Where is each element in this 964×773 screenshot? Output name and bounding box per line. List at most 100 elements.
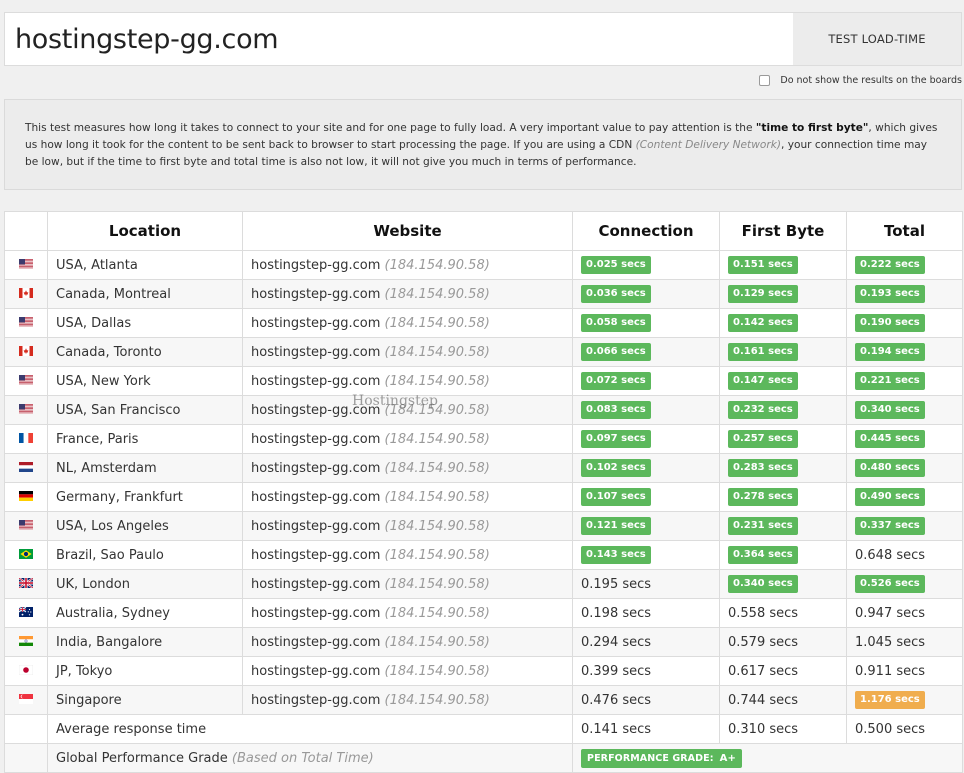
grade-badge-value: A+ <box>719 752 736 764</box>
flag-cell <box>4 598 48 628</box>
website-cell: hostingstep-gg.com (184.154.90.58) <box>242 337 573 367</box>
first-byte-cell: 0.231 secs <box>719 511 847 541</box>
first-byte-cell: 0.744 secs <box>719 685 847 715</box>
website-ip: (184.154.90.58) <box>384 373 490 389</box>
website-cell: hostingstep-gg.com (184.154.90.58) <box>242 685 573 715</box>
website-cell: hostingstep-gg.com (184.154.90.58) <box>242 482 573 512</box>
test-description: This test measures how long it takes to … <box>4 99 962 190</box>
connection-badge: 0.102 secs <box>581 459 651 477</box>
location-cell: JP, Tokyo <box>47 656 243 686</box>
connection-cell: 0.072 secs <box>572 366 720 396</box>
first-byte-badge: 0.232 secs <box>728 401 798 419</box>
website-domain: hostingstep-gg.com <box>251 634 381 650</box>
website-cell: hostingstep-gg.com (184.154.90.58) <box>242 250 573 280</box>
website-ip: (184.154.90.58) <box>384 634 490 650</box>
performance-grade-badge: PERFORMANCE GRADE: A+ <box>581 748 742 768</box>
first-byte-cell: 0.151 secs <box>719 250 847 280</box>
table-row: NL, Amsterdam hostingstep-gg.com (184.154… <box>4 453 963 483</box>
first-byte-value: 0.558 secs <box>728 605 799 621</box>
website-ip: (184.154.90.58) <box>384 489 490 505</box>
website-cell: hostingstep-gg.com (184.154.90.58) <box>242 453 573 483</box>
us-flag-icon <box>19 519 33 534</box>
connection-cell: 0.399 secs <box>572 656 720 686</box>
total-badge: 0.190 secs <box>855 314 925 332</box>
grade-badge-cell: PERFORMANCE GRADE: A+ <box>572 743 963 773</box>
website-domain: hostingstep-gg.com <box>251 286 381 302</box>
first-byte-cell: 0.617 secs <box>719 656 847 686</box>
total-cell: 0.648 secs <box>846 540 963 570</box>
website-domain: hostingstep-gg.com <box>251 257 381 273</box>
description-italic: (Content Delivery Network) <box>635 139 781 151</box>
location-cell: USA, New York <box>47 366 243 396</box>
total-badge: 0.337 secs <box>855 517 925 535</box>
location-cell: USA, San Francisco <box>47 395 243 425</box>
average-total: 0.500 secs <box>846 714 963 744</box>
location-cell: Brazil, Sao Paulo <box>47 540 243 570</box>
table-row: Canada, Montreal hostingstep-gg.com (184.… <box>4 279 963 309</box>
total-cell: 0.221 secs <box>846 366 963 396</box>
first-byte-badge: 0.278 secs <box>728 488 798 506</box>
first-byte-value: 0.617 secs <box>728 663 799 679</box>
location-cell: UK, London <box>47 569 243 599</box>
connection-badge: 0.097 secs <box>581 430 651 448</box>
total-badge: 0.222 secs <box>855 256 925 274</box>
website-domain: hostingstep-gg.com <box>251 547 381 563</box>
total-badge: 0.193 secs <box>855 285 925 303</box>
first-byte-badge: 0.364 secs <box>728 546 798 564</box>
connection-cell: 0.198 secs <box>572 598 720 628</box>
first-byte-value: 0.579 secs <box>728 634 799 650</box>
connection-cell: 0.102 secs <box>572 453 720 483</box>
test-load-time-button[interactable]: TEST LOAD-TIME <box>793 13 961 65</box>
total-value: 0.911 secs <box>855 663 926 679</box>
url-input[interactable] <box>5 13 793 65</box>
de-flag-icon <box>19 490 33 505</box>
connection-cell: 0.066 secs <box>572 337 720 367</box>
flag-cell <box>4 395 48 425</box>
average-connection: 0.141 secs <box>572 714 720 744</box>
flag-cell <box>4 366 48 396</box>
first-byte-badge: 0.129 secs <box>728 285 798 303</box>
website-cell: hostingstep-gg.com (184.154.90.58) <box>242 511 573 541</box>
average-first-byte: 0.310 secs <box>719 714 847 744</box>
website-cell: hostingstep-gg.com (184.154.90.58) <box>242 424 573 454</box>
connection-badge: 0.058 secs <box>581 314 651 332</box>
total-value: 1.045 secs <box>855 634 926 650</box>
website-cell: hostingstep-gg.com (184.154.90.58) <box>242 656 573 686</box>
table-row: USA, Los Angeles hostingstep-gg.com (184.… <box>4 511 963 541</box>
total-badge: 0.194 secs <box>855 343 925 361</box>
website-domain: hostingstep-gg.com <box>251 402 381 418</box>
average-label: Average response time <box>47 714 573 744</box>
first-byte-badge: 0.161 secs <box>728 343 798 361</box>
total-cell: 0.190 secs <box>846 308 963 338</box>
total-cell: 0.340 secs <box>846 395 963 425</box>
hide-results-checkbox[interactable] <box>759 75 771 86</box>
header-flag <box>4 211 48 251</box>
website-cell: hostingstep-gg.com (184.154.90.58) <box>242 395 573 425</box>
flag-cell <box>4 540 48 570</box>
flag-cell <box>4 279 48 309</box>
flag-cell <box>4 453 48 483</box>
first-byte-cell: 0.579 secs <box>719 627 847 657</box>
total-cell: 0.194 secs <box>846 337 963 367</box>
website-cell: hostingstep-gg.com (184.154.90.58) <box>242 308 573 338</box>
total-value: 0.947 secs <box>855 605 926 621</box>
table-row: Australia, Sydney hostingstep-gg.com (184… <box>4 598 963 628</box>
location-cell: Germany, Frankfurt <box>47 482 243 512</box>
website-domain: hostingstep-gg.com <box>251 460 381 476</box>
first-byte-value: 0.744 secs <box>728 692 799 708</box>
location-cell: USA, Atlanta <box>47 250 243 280</box>
connection-cell: 0.294 secs <box>572 627 720 657</box>
website-ip: (184.154.90.58) <box>384 315 490 331</box>
flag-cell <box>4 685 48 715</box>
first-byte-cell: 0.283 secs <box>719 453 847 483</box>
description-text-1: This test measures how long it takes to … <box>25 122 756 134</box>
header-first-byte: First Byte <box>719 211 847 251</box>
grade-row: Global Performance Grade (Based on Total… <box>4 743 963 773</box>
table-row: USA, San Francisco hostingstep-gg.com (18… <box>4 395 963 425</box>
first-byte-badge: 0.340 secs <box>728 575 798 593</box>
total-badge: 0.526 secs <box>855 575 925 593</box>
total-cell: 0.222 secs <box>846 250 963 280</box>
header-connection: Connection <box>572 211 720 251</box>
table-row: Singapore hostingstep-gg.com (184.154.90.… <box>4 685 963 715</box>
total-cell: 0.526 secs <box>846 569 963 599</box>
